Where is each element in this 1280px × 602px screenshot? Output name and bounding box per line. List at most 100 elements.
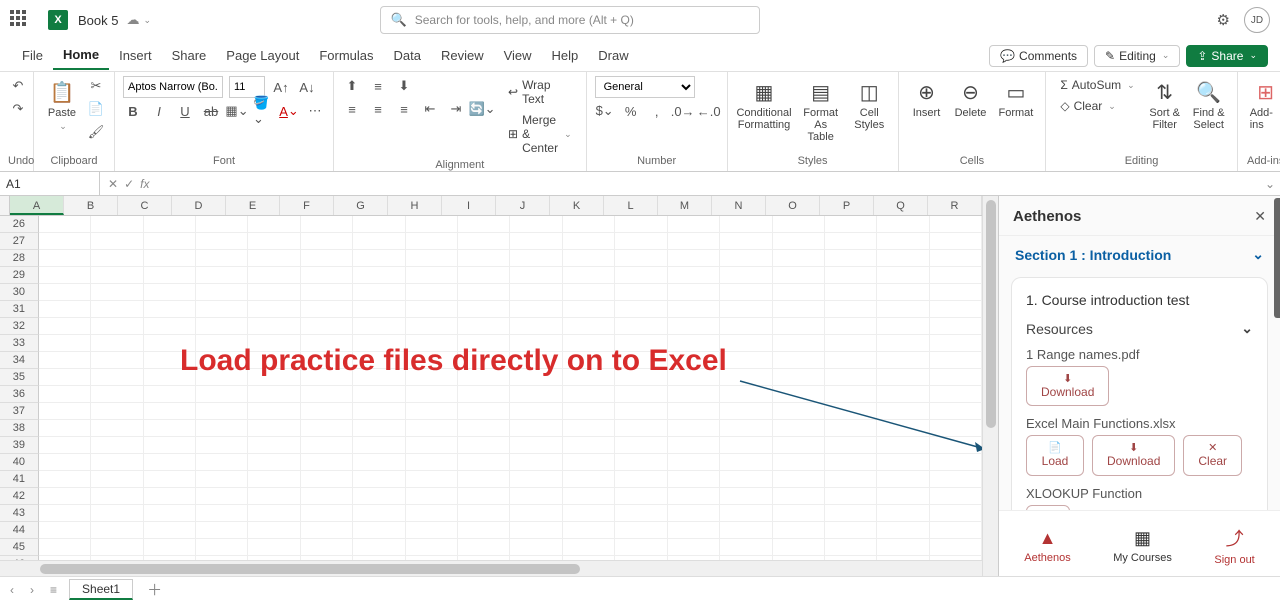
align-right-button[interactable]: ≡ bbox=[394, 99, 414, 119]
cell[interactable] bbox=[563, 471, 615, 488]
close-pane-icon[interactable]: ✕ bbox=[1254, 208, 1266, 225]
cell[interactable] bbox=[248, 318, 300, 335]
cell[interactable] bbox=[406, 539, 458, 556]
cell[interactable] bbox=[353, 437, 405, 454]
cell[interactable] bbox=[39, 539, 91, 556]
cell[interactable] bbox=[353, 250, 405, 267]
addins-button[interactable]: ⊞Add-ins bbox=[1246, 76, 1280, 135]
cell[interactable] bbox=[458, 437, 510, 454]
column-header[interactable]: G bbox=[334, 196, 388, 215]
column-header[interactable]: J bbox=[496, 196, 550, 215]
cell[interactable] bbox=[877, 403, 929, 420]
cell[interactable] bbox=[877, 335, 929, 352]
cell[interactable] bbox=[615, 420, 667, 437]
cell[interactable] bbox=[406, 250, 458, 267]
app-launcher-icon[interactable] bbox=[10, 10, 30, 30]
cell[interactable] bbox=[510, 216, 562, 233]
row-header[interactable]: 44 bbox=[0, 522, 39, 539]
row-header[interactable]: 36 bbox=[0, 386, 39, 403]
cell[interactable] bbox=[930, 539, 982, 556]
cell[interactable] bbox=[301, 539, 353, 556]
cell[interactable] bbox=[91, 250, 143, 267]
column-header[interactable]: M bbox=[658, 196, 712, 215]
cell[interactable] bbox=[144, 522, 196, 539]
cell[interactable] bbox=[458, 301, 510, 318]
cell[interactable] bbox=[353, 301, 405, 318]
cell[interactable] bbox=[196, 233, 248, 250]
row-header[interactable]: 43 bbox=[0, 505, 39, 522]
editing-mode-button[interactable]: ✎Editing⌄ bbox=[1094, 45, 1180, 67]
cell[interactable] bbox=[144, 471, 196, 488]
cell[interactable] bbox=[144, 420, 196, 437]
column-header[interactable]: A bbox=[10, 196, 64, 215]
cell[interactable] bbox=[877, 352, 929, 369]
cell[interactable] bbox=[196, 216, 248, 233]
cell[interactable] bbox=[615, 488, 667, 505]
cell[interactable] bbox=[458, 505, 510, 522]
tab-data[interactable]: Data bbox=[384, 42, 431, 69]
cell[interactable] bbox=[39, 471, 91, 488]
column-header[interactable]: F bbox=[280, 196, 334, 215]
cell[interactable] bbox=[563, 216, 615, 233]
cell[interactable] bbox=[930, 352, 982, 369]
cell[interactable] bbox=[773, 522, 825, 539]
cell[interactable] bbox=[720, 369, 772, 386]
column-header[interactable]: B bbox=[64, 196, 118, 215]
cell[interactable] bbox=[353, 454, 405, 471]
column-header[interactable]: R bbox=[928, 196, 982, 215]
row-header[interactable]: 33 bbox=[0, 335, 39, 352]
cell[interactable] bbox=[458, 420, 510, 437]
cell[interactable] bbox=[930, 403, 982, 420]
cell[interactable] bbox=[406, 454, 458, 471]
cell[interactable] bbox=[668, 403, 720, 420]
cell[interactable] bbox=[668, 301, 720, 318]
cell[interactable] bbox=[825, 386, 877, 403]
cell[interactable] bbox=[39, 386, 91, 403]
cell[interactable] bbox=[510, 284, 562, 301]
cell[interactable] bbox=[91, 284, 143, 301]
cell[interactable] bbox=[510, 386, 562, 403]
cell[interactable] bbox=[406, 233, 458, 250]
cell[interactable] bbox=[615, 505, 667, 522]
cell[interactable] bbox=[196, 403, 248, 420]
cell[interactable] bbox=[458, 284, 510, 301]
align-bottom-button[interactable]: ⬇ bbox=[394, 76, 414, 96]
conditional-formatting-button[interactable]: ▦Conditional Formatting bbox=[736, 76, 793, 135]
row-header[interactable]: 30 bbox=[0, 284, 39, 301]
cell[interactable] bbox=[615, 437, 667, 454]
redo-button[interactable]: ↷ bbox=[8, 99, 28, 119]
cell[interactable] bbox=[563, 454, 615, 471]
cell[interactable] bbox=[196, 488, 248, 505]
cell[interactable] bbox=[877, 301, 929, 318]
cell[interactable] bbox=[825, 437, 877, 454]
cell[interactable] bbox=[773, 369, 825, 386]
cell[interactable] bbox=[144, 250, 196, 267]
cell[interactable] bbox=[406, 505, 458, 522]
cell[interactable] bbox=[615, 301, 667, 318]
cell[interactable] bbox=[668, 471, 720, 488]
cell[interactable] bbox=[877, 386, 929, 403]
sheet-nav-right[interactable]: › bbox=[26, 583, 38, 597]
cell[interactable] bbox=[720, 386, 772, 403]
cell[interactable] bbox=[720, 267, 772, 284]
column-header[interactable]: O bbox=[766, 196, 820, 215]
cell[interactable] bbox=[248, 267, 300, 284]
cell[interactable] bbox=[510, 539, 562, 556]
cell[interactable] bbox=[510, 250, 562, 267]
cell[interactable] bbox=[877, 284, 929, 301]
align-left-button[interactable]: ≡ bbox=[342, 99, 362, 119]
cell[interactable] bbox=[301, 233, 353, 250]
cell[interactable] bbox=[39, 454, 91, 471]
cell[interactable] bbox=[196, 284, 248, 301]
cell[interactable] bbox=[196, 386, 248, 403]
cell[interactable] bbox=[353, 216, 405, 233]
more-font-button[interactable]: ⋯ bbox=[305, 101, 325, 121]
cell[interactable] bbox=[91, 301, 143, 318]
row-header[interactable]: 42 bbox=[0, 488, 39, 505]
grow-font-button[interactable]: A↑ bbox=[271, 77, 291, 97]
cell[interactable] bbox=[668, 386, 720, 403]
cell[interactable] bbox=[930, 437, 982, 454]
cell[interactable] bbox=[39, 267, 91, 284]
cell[interactable] bbox=[144, 488, 196, 505]
row-header[interactable]: 27 bbox=[0, 233, 39, 250]
